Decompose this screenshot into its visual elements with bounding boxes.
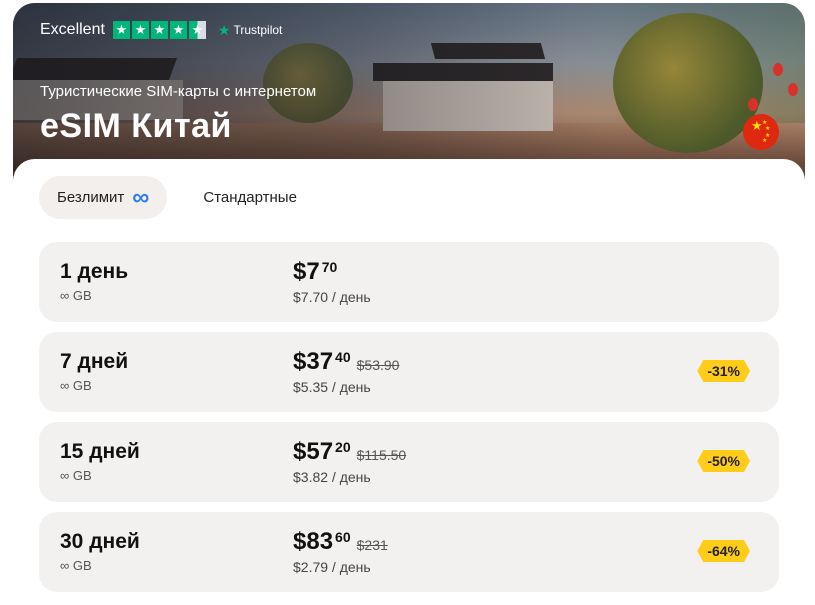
price-per-day: $2.79 / день: [293, 559, 371, 575]
plan-name: 30 дней: [60, 530, 140, 553]
plan-data-amount: ∞ GB: [60, 378, 92, 393]
trustpilot-rating[interactable]: Excellent ★ ★ ★ ★ ★ ★ Trustpilot: [40, 21, 282, 39]
tab-unlimited[interactable]: Безлимит ∞: [39, 176, 168, 219]
price-dollars: $7: [293, 258, 320, 285]
trustpilot-name: Trustpilot: [233, 23, 283, 37]
half-star-icon: ★: [188, 21, 206, 39]
plan-data-amount: ∞ GB: [60, 468, 92, 483]
plan-card-1-day[interactable]: 1 день ∞ GB $7 70 $7.70 / день: [39, 242, 779, 322]
tab-standard[interactable]: Стандартные: [185, 176, 315, 219]
tab-label: Стандартные: [203, 189, 297, 206]
trustpilot-logo: ★ Trustpilot: [218, 22, 282, 39]
plan-card-30-days[interactable]: 30 дней ∞ GB $83 60 $231 $2.79 / день -6…: [39, 512, 779, 592]
price-dollars: $37: [293, 348, 334, 375]
price-per-day: $7.70 / день: [293, 289, 371, 305]
plan-name: 15 дней: [60, 440, 140, 463]
plans-card: Безлимит ∞ Стандартные 1 день ∞ GB $7 70…: [13, 159, 805, 605]
plan-price: $7 70: [293, 258, 337, 286]
discount-badge: -64%: [697, 540, 750, 562]
plan-type-tabs: Безлимит ∞ Стандартные: [39, 176, 315, 219]
price-per-day: $3.82 / день: [293, 469, 371, 485]
plan-list: 1 день ∞ GB $7 70 $7.70 / день 7 дней ∞ …: [39, 242, 779, 602]
plan-price: $57 20 $115.50: [293, 438, 406, 466]
old-price: $231: [356, 537, 388, 553]
china-flag-icon: ★ ★ ★ ★ ★: [743, 114, 779, 150]
plan-name: 1 день: [60, 260, 129, 283]
star-icon: ★: [169, 21, 187, 39]
discount-badge: -31%: [697, 360, 750, 382]
plan-data-amount: ∞ GB: [60, 558, 92, 573]
page-title: eSIM Китай: [40, 107, 232, 145]
price-dollars: $57: [293, 438, 334, 465]
star-icon: ★: [150, 21, 168, 39]
plan-card-7-days[interactable]: 7 дней ∞ GB $37 40 $53.90 $5.35 / день -…: [39, 332, 779, 412]
price-cents: 60: [335, 529, 351, 545]
plan-card-15-days[interactable]: 15 дней ∞ GB $57 20 $115.50 $3.82 / день…: [39, 422, 779, 502]
star-icon: ★: [131, 21, 149, 39]
price-cents: 40: [335, 349, 351, 365]
hero-subtitle: Туристические SIM-карты с интернетом: [40, 83, 317, 100]
old-price: $53.90: [356, 357, 400, 373]
plan-price: $37 40 $53.90: [293, 348, 399, 376]
old-price: $115.50: [356, 447, 407, 463]
price-cents: 20: [335, 439, 351, 455]
tab-label: Безлимит: [57, 189, 125, 206]
price-cents: 70: [321, 259, 338, 275]
plan-data-amount: ∞ GB: [60, 288, 92, 303]
star-icon: ★: [112, 21, 130, 39]
plan-price: $83 60 $231: [293, 528, 388, 556]
price-dollars: $83: [293, 528, 334, 555]
rating-label: Excellent: [40, 21, 105, 38]
price-per-day: $5.35 / день: [293, 379, 371, 395]
plan-name: 7 дней: [60, 350, 129, 373]
rating-stars: ★ ★ ★ ★ ★: [112, 21, 206, 39]
trustpilot-star-icon: ★: [217, 21, 231, 38]
discount-badge: -50%: [697, 450, 750, 472]
infinity-icon: ∞: [132, 183, 150, 211]
